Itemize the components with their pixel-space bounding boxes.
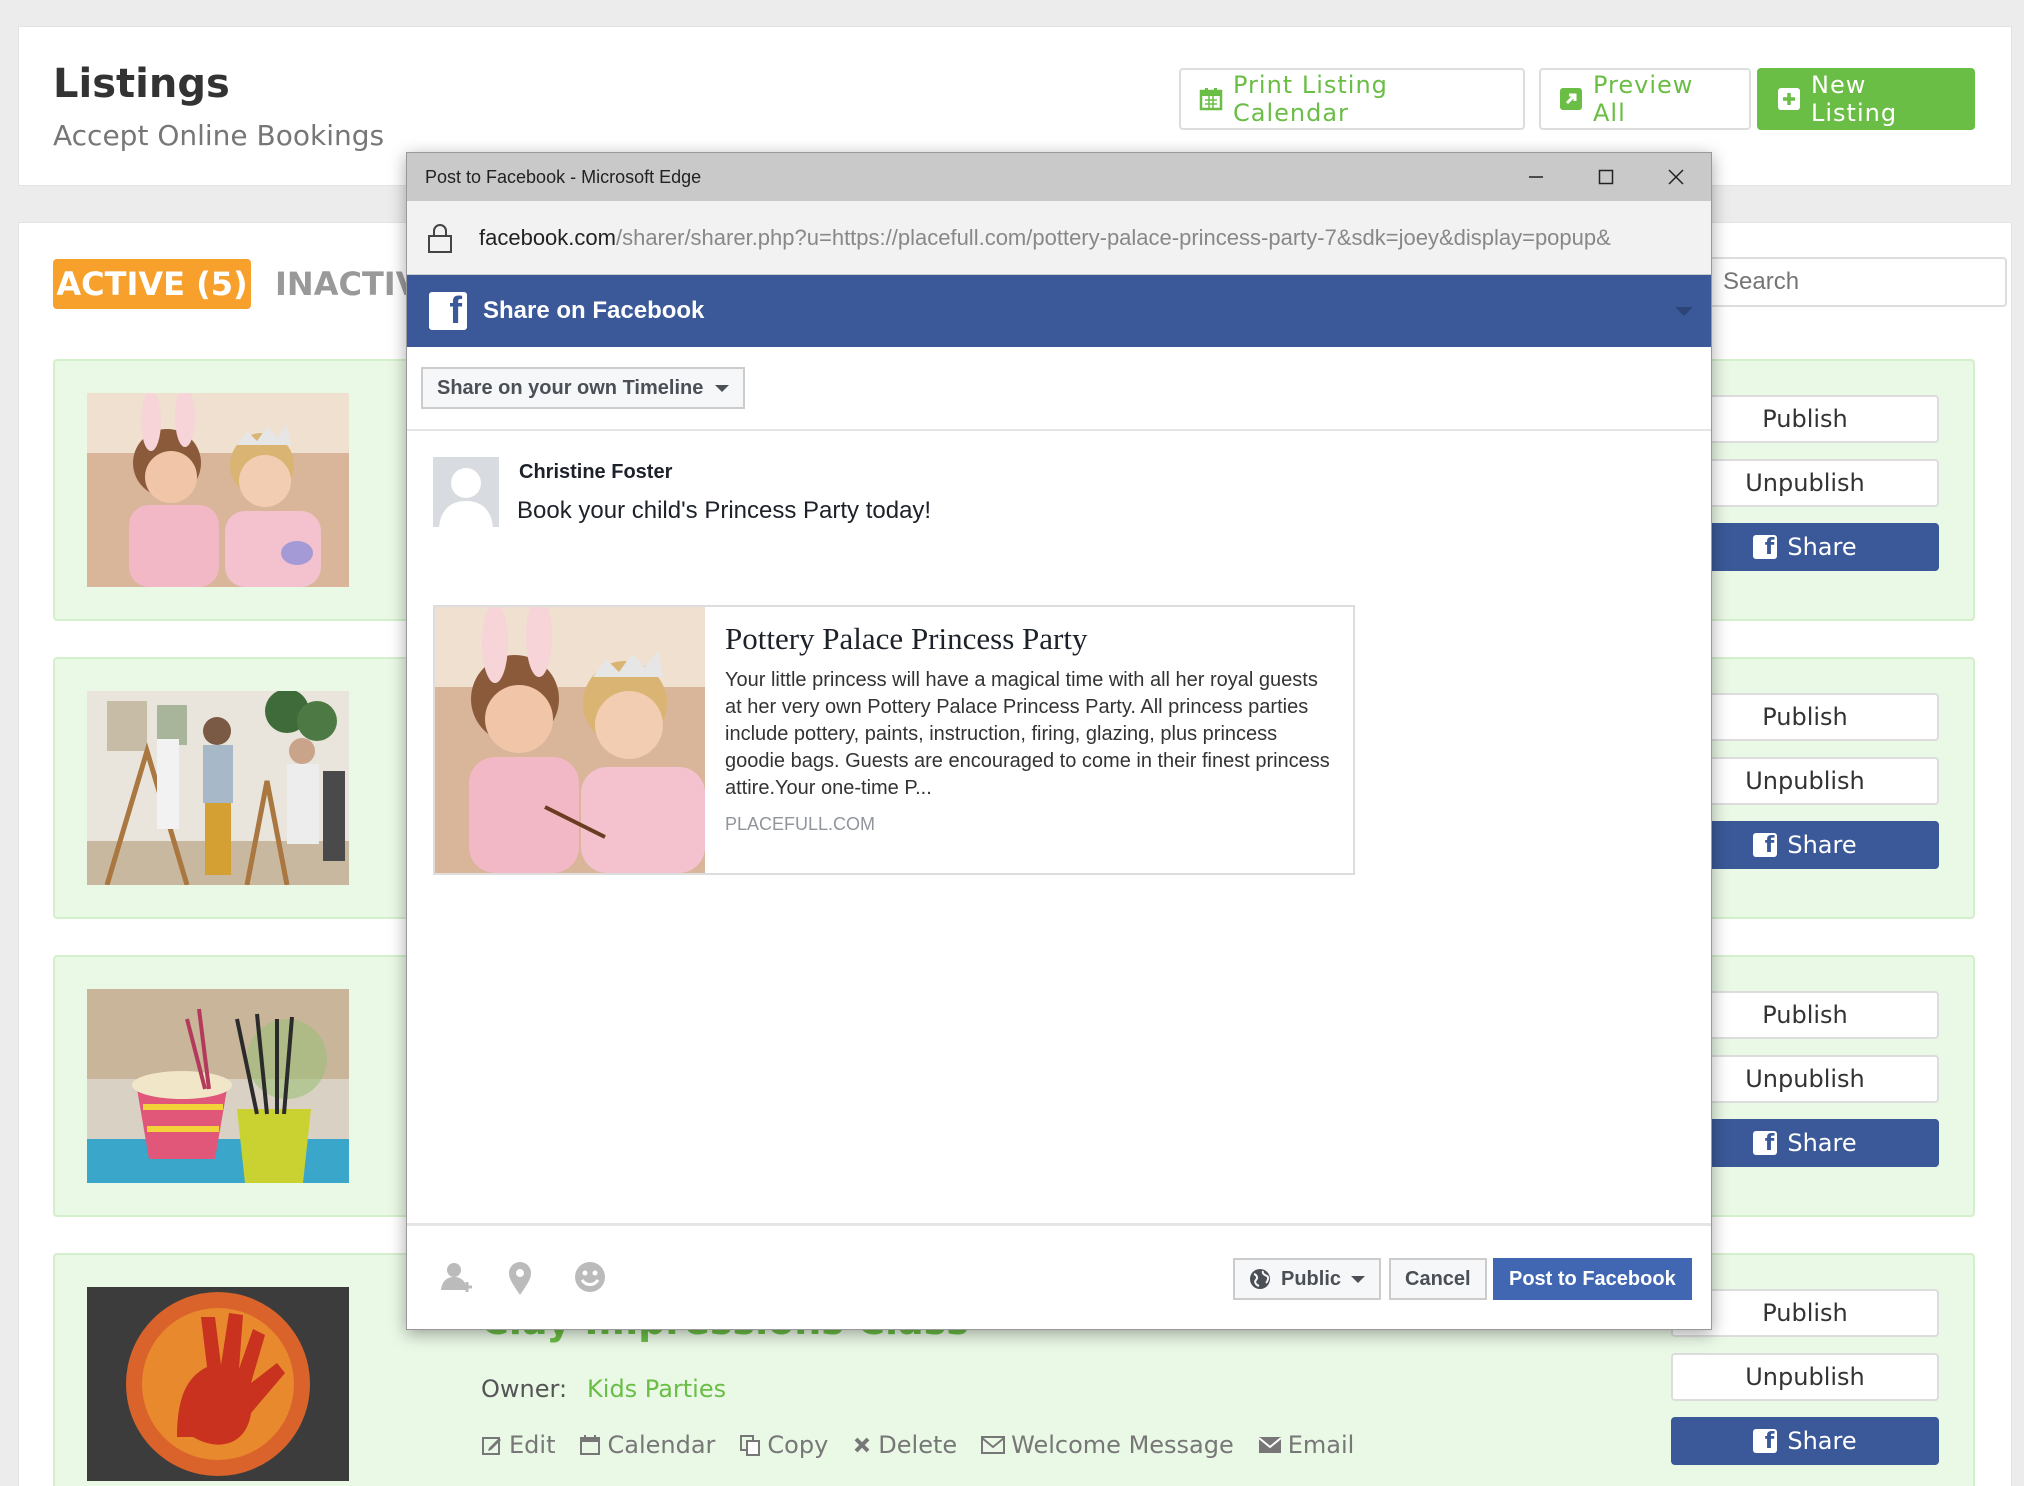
maximize-button[interactable] <box>1571 153 1641 201</box>
facebook-header: f Share on Facebook <box>407 275 1711 347</box>
privacy-select[interactable]: Public <box>1233 1258 1382 1300</box>
calendar-icon <box>580 1435 601 1455</box>
new-listing-button[interactable]: New Listing <box>1757 68 1975 130</box>
new-listing-label: New Listing <box>1811 71 1898 127</box>
poster-name: Christine Foster <box>519 461 673 483</box>
share-destination-select[interactable]: Share on your own Timeline <box>421 367 746 409</box>
listing-thumbnail <box>87 393 349 587</box>
delete-label: Delete <box>878 1431 958 1459</box>
facebook-icon: f <box>1753 535 1778 559</box>
caret-down-icon <box>1351 1275 1366 1283</box>
url-text: facebook.com/sharer/sharer.php?u=https:/… <box>479 225 1611 251</box>
copy-link[interactable]: Copy <box>739 1431 828 1459</box>
share-button[interactable]: f Share <box>1671 1417 1939 1465</box>
address-bar[interactable]: facebook.com/sharer/sharer.php?u=https:/… <box>407 201 1711 275</box>
listing-thumbnail <box>87 691 349 885</box>
copy-label: Copy <box>767 1431 829 1459</box>
composer-footer: Public Cancel Post to Facebook <box>407 1223 1711 1329</box>
chevron-down-icon[interactable] <box>1675 307 1693 316</box>
link-preview-description: Your little princess will have a magical… <box>725 669 1330 799</box>
share-label: Share <box>1787 1427 1857 1455</box>
emoji-icon[interactable] <box>573 1260 607 1294</box>
link-preview-card[interactable]: Pottery Palace Princess Party Your littl… <box>433 605 1355 875</box>
listing-links: Edit Calendar Copy Delete Welcome Messag… <box>481 1431 1354 1459</box>
link-preview-body: Pottery Palace Princess Party Your littl… <box>705 607 1353 873</box>
link-preview-image <box>435 607 705 873</box>
close-icon <box>854 1437 870 1453</box>
tab-active[interactable]: ACTIVE (5) <box>53 259 251 309</box>
url-host: facebook.com <box>479 224 616 250</box>
listing-owner: Owner: Kids Parties <box>481 1375 726 1403</box>
preview-all-button[interactable]: Preview All <box>1539 68 1751 130</box>
link-preview-title: Pottery Palace Princess Party <box>725 621 1088 656</box>
privacy-value: Public <box>1281 1267 1342 1290</box>
tag-friends-icon[interactable] <box>439 1260 475 1296</box>
edit-link[interactable]: Edit <box>481 1431 555 1459</box>
listing-thumbnail <box>87 989 349 1183</box>
location-pin-icon[interactable] <box>507 1260 533 1296</box>
facebook-icon: f <box>1753 833 1778 857</box>
share-label: Share <box>1787 831 1857 859</box>
print-listing-calendar-label: Print Listing Calendar <box>1233 71 1388 127</box>
cancel-button[interactable]: Cancel <box>1389 1258 1487 1300</box>
print-listing-calendar-button[interactable]: Print Listing Calendar <box>1179 68 1525 130</box>
page-subtitle: Accept Online Bookings <box>53 119 385 152</box>
owner-link[interactable]: Kids Parties <box>587 1375 726 1403</box>
edit-label: Edit <box>509 1431 556 1459</box>
envelope-outline-icon <box>981 1436 1006 1454</box>
calendar-link[interactable]: Calendar <box>579 1431 715 1459</box>
facebook-share-window: Post to Facebook - Microsoft Edge facebo… <box>406 152 1712 1330</box>
search-input[interactable] <box>1709 257 2007 307</box>
window-close-button[interactable] <box>1641 153 1711 201</box>
facebook-icon: f <box>429 292 467 330</box>
external-link-icon <box>1560 88 1582 110</box>
link-preview-domain: PLACEFULL.COM <box>725 814 876 834</box>
post-message-input[interactable]: Book your child's Princess Party today! <box>517 497 931 525</box>
copy-icon <box>740 1435 761 1456</box>
avatar <box>433 457 499 527</box>
post-to-facebook-button[interactable]: Post to Facebook <box>1493 1258 1692 1300</box>
window-titlebar[interactable]: Post to Facebook - Microsoft Edge <box>407 153 1711 201</box>
close-icon <box>1668 169 1684 185</box>
facebook-header-title: Share on Facebook <box>483 297 705 324</box>
email-link[interactable]: Email <box>1258 1431 1355 1459</box>
globe-icon <box>1250 1269 1270 1289</box>
plus-square-icon <box>1778 88 1800 110</box>
welcome-message-link[interactable]: Welcome Message <box>981 1431 1234 1459</box>
preview-all-label: Preview All <box>1593 71 1694 127</box>
calendar-icon <box>1199 88 1223 111</box>
share-label: Share <box>1787 1129 1857 1157</box>
caret-down-icon <box>715 384 730 392</box>
url-path: /sharer/sharer.php?u=https://placefull.c… <box>615 224 1611 250</box>
lock-icon <box>428 223 452 253</box>
minimize-icon <box>1529 176 1543 178</box>
edit-icon <box>482 1437 501 1455</box>
email-label: Email <box>1287 1431 1355 1459</box>
minimize-button[interactable] <box>1501 153 1571 201</box>
owner-label: Owner: <box>481 1375 568 1403</box>
facebook-icon: f <box>1753 1429 1778 1453</box>
calendar-label: Calendar <box>607 1431 716 1459</box>
listing-thumbnail <box>87 1287 349 1481</box>
page-title: Listings <box>53 61 230 107</box>
post-composer: Christine Foster Book your child's Princ… <box>407 431 1711 1229</box>
share-destination-value: Share on your own Timeline <box>437 376 704 399</box>
facebook-icon: f <box>1753 1131 1778 1155</box>
envelope-icon <box>1258 1437 1282 1453</box>
delete-link[interactable]: Delete <box>852 1431 957 1459</box>
share-label: Share <box>1787 533 1857 561</box>
share-destination-row: Share on your own Timeline <box>407 347 1711 431</box>
maximize-icon <box>1598 169 1614 185</box>
window-title: Post to Facebook - Microsoft Edge <box>425 166 702 187</box>
welcome-message-label: Welcome Message <box>1011 1431 1234 1459</box>
unpublish-button[interactable]: Unpublish <box>1671 1353 1939 1401</box>
